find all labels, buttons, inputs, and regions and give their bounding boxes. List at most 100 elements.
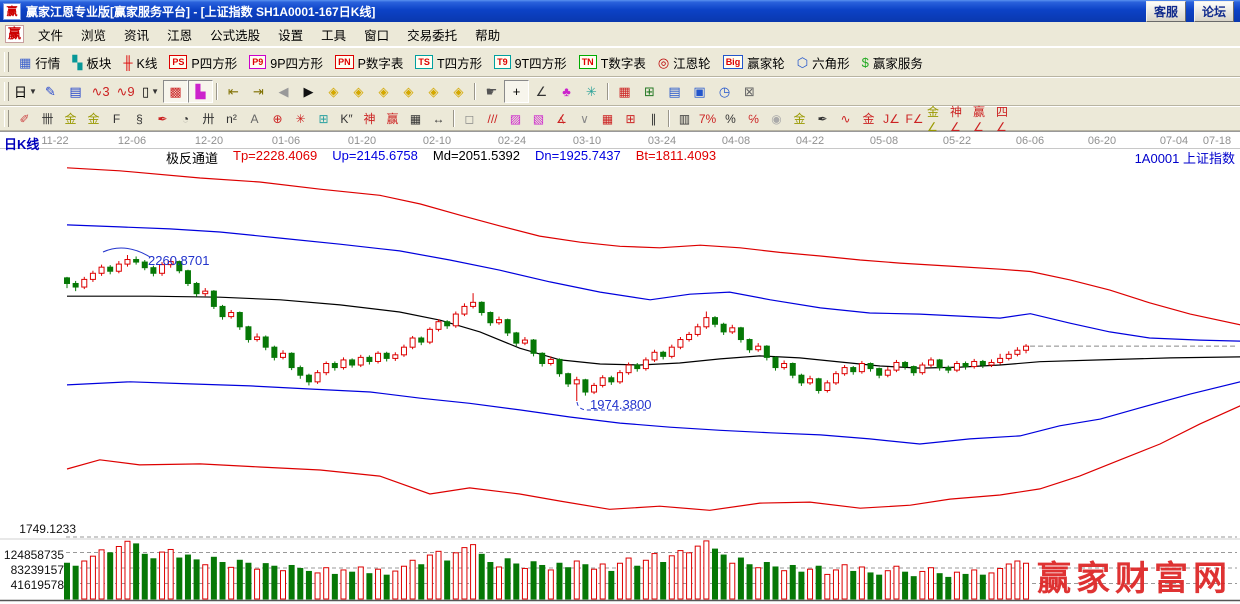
f-ruler-tool[interactable]: F [105, 109, 128, 129]
color-histogram-tool[interactable]: ▙ [188, 80, 213, 103]
percent-tool[interactable]: % [719, 109, 742, 129]
ink-brush-tool[interactable]: ✒ [811, 109, 834, 129]
si-angle-tool[interactable]: 四∠ [995, 109, 1018, 129]
gann-wheel[interactable]: ◎江恩轮 [652, 50, 717, 75]
tree-tool[interactable]: ♣ [554, 80, 579, 103]
diamond-expand[interactable]: ◈ [421, 80, 446, 103]
shen-angle-tool[interactable]: 神∠ [949, 109, 972, 129]
angle-fan-tool[interactable]: ∡ [550, 109, 573, 129]
gold-circle-tool[interactable]: ◉ [765, 109, 788, 129]
gold-ratio-2[interactable]: 金 [82, 109, 105, 129]
magenta-grid-2[interactable]: ▧ [527, 109, 550, 129]
winner-wheel[interactable]: Big赢家轮 [717, 50, 791, 75]
parallel-lines-tool[interactable]: ∥ [642, 109, 665, 129]
gold-levels-tool[interactable]: 金 [788, 109, 811, 129]
v-wave-tool[interactable]: ∨ [573, 109, 596, 129]
menu-item-8[interactable]: 交易委托 [398, 22, 466, 47]
n-squared-tool[interactable]: n² [220, 109, 243, 129]
f-angle-tool[interactable]: F∠ [903, 109, 926, 129]
save-button[interactable]: ▣ [687, 80, 712, 103]
gold-band-tool[interactable]: 金 [857, 109, 880, 129]
percent-levels-tool[interactable]: ℅ [742, 109, 765, 129]
period-label[interactable]: 日K线 [4, 134, 39, 153]
indicator-name[interactable]: 极反通道 [166, 148, 218, 167]
angle-measure-tool[interactable]: ∠ [529, 80, 554, 103]
info-note-tool[interactable]: ▤ [63, 80, 88, 103]
ray-fan-tool[interactable]: /// [481, 109, 504, 129]
world-clock-tool[interactable]: ◷ [712, 80, 737, 103]
t-number-table[interactable]: TNT数字表 [573, 50, 652, 75]
t-square[interactable]: TST四方形 [409, 50, 488, 75]
cobweb-tool[interactable]: ✳ [289, 109, 312, 129]
menu-item-2[interactable]: 资讯 [115, 22, 158, 47]
calculator-tool[interactable]: ⊞ [637, 80, 662, 103]
menu-item-3[interactable]: 江恩 [158, 22, 201, 47]
kline-chart[interactable]: ╫K线 [117, 50, 163, 75]
market-quotes[interactable]: ▦行情 [13, 50, 66, 75]
crosshair-tool[interactable]: + [504, 80, 529, 103]
menu-item-9[interactable]: 帮助 [466, 22, 509, 47]
mesh-plus-tool[interactable]: ⊞ [619, 109, 642, 129]
gold-ratio-1[interactable]: 金 [59, 109, 82, 129]
mirror-a-tool[interactable]: A [243, 109, 266, 129]
p-square[interactable]: PSP四方形 [163, 50, 243, 75]
prev-bar-button[interactable]: ◀ [271, 80, 296, 103]
memo-tool[interactable]: ▤ [662, 80, 687, 103]
volume-bars-tool[interactable]: ▥ [673, 109, 696, 129]
menu-item-4[interactable]: 公式选股 [201, 22, 269, 47]
kline-chart-canvas[interactable]: 11-2212-0612-2001-0601-2002-1002-2403-10… [0, 132, 1240, 604]
toolbar-grip[interactable] [4, 110, 9, 126]
gold-angle-tool[interactable]: 金∠ [926, 109, 949, 129]
diamond-pan-right[interactable]: ◈ [346, 80, 371, 103]
calendar-tool[interactable]: ▦ [612, 80, 637, 103]
brush-tool[interactable]: ✐ [13, 109, 36, 129]
percent-down-tool[interactable]: 7% [696, 109, 719, 129]
frame-box-tool[interactable]: ◻ [458, 109, 481, 129]
diamond-compress[interactable]: ◈ [396, 80, 421, 103]
forum-button[interactable]: 论坛 [1194, 1, 1234, 22]
menu-item-1[interactable]: 浏览 [72, 22, 115, 47]
trend-scribble-tool[interactable]: ✎ [38, 80, 63, 103]
time-grid-tool[interactable]: 卌 [36, 109, 59, 129]
period-kline-dropdown[interactable]: 日▼ [13, 80, 38, 103]
k-prime-tool[interactable]: K″ [335, 109, 358, 129]
symbol-label[interactable]: 1A0001 上证指数 [1135, 148, 1235, 167]
remote-pc-tool[interactable]: ⊠ [737, 80, 762, 103]
menu-item-6[interactable]: 工具 [312, 22, 355, 47]
magenta-grid-1[interactable]: ▨ [504, 109, 527, 129]
p-number-table[interactable]: PNP数字表 [329, 50, 409, 75]
red-pattern-tool[interactable]: ▩ [163, 80, 188, 103]
last-bar-button[interactable]: ⇥ [246, 80, 271, 103]
shen-tool[interactable]: 神 [358, 109, 381, 129]
hand-pan-tool[interactable]: ☛ [479, 80, 504, 103]
spiral-tool[interactable]: § [128, 109, 151, 129]
red-mesh-tool[interactable]: ▦ [596, 109, 619, 129]
sector-blocks[interactable]: ▚板块 [66, 50, 117, 75]
price-grid-tool[interactable]: ▦ [404, 109, 427, 129]
menu-item-7[interactable]: 窗口 [355, 22, 398, 47]
gann-compass-tool[interactable]: ⊕ [266, 109, 289, 129]
cycle-clock-tool[interactable]: ◔ [174, 109, 197, 129]
menu-item-0[interactable]: 文件 [29, 22, 72, 47]
first-bar-button[interactable]: ⇤ [221, 80, 246, 103]
hollow-candle-dropdown[interactable]: ▯▼ [138, 80, 163, 103]
count-grid-tool[interactable]: 卅 [197, 109, 220, 129]
wave-3-tool[interactable]: ∿3 [88, 80, 113, 103]
next-bar-button[interactable]: ▶ [296, 80, 321, 103]
hexagon-tool[interactable]: ⬡六角形 [791, 50, 856, 75]
j-angle-tool[interactable]: J∠ [880, 109, 903, 129]
t9-square[interactable]: T99T四方形 [488, 50, 573, 75]
toolbar-grip[interactable] [4, 82, 9, 101]
p9-square[interactable]: P99P四方形 [243, 50, 329, 75]
flower-pattern-tool[interactable]: ✳ [579, 80, 604, 103]
customer-service-button[interactable]: 客服 [1146, 1, 1186, 22]
diamond-span-h[interactable]: ◈ [371, 80, 396, 103]
winner-service[interactable]: $赢家服务 [856, 50, 929, 75]
span-arrows-tool[interactable]: ↔ [427, 109, 450, 129]
wave-9-tool[interactable]: ∿9 [113, 80, 138, 103]
band-wave-tool[interactable]: ∿ [834, 109, 857, 129]
menu-item-5[interactable]: 设置 [269, 22, 312, 47]
ying-angle-tool[interactable]: 赢∠ [972, 109, 995, 129]
web-grid-tool[interactable]: ⊞ [312, 109, 335, 129]
diamond-fit-all[interactable]: ◈ [446, 80, 471, 103]
